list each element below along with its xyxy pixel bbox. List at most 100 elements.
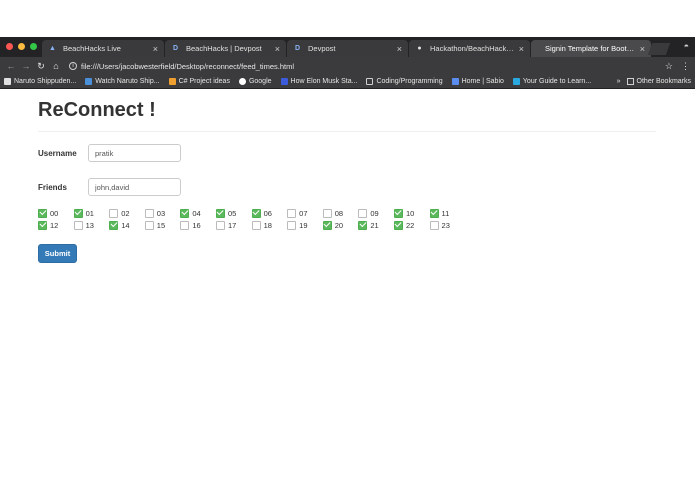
friends-row: Friends bbox=[38, 178, 657, 196]
bookmark-item[interactable]: Naruto Shippuden... bbox=[4, 78, 76, 85]
hour-checkbox-21[interactable]: 21 bbox=[358, 220, 394, 230]
hour-checkbox-04[interactable]: 04 bbox=[180, 208, 216, 218]
checkbox[interactable] bbox=[251, 208, 261, 218]
bookmark-item[interactable]: C# Project ideas bbox=[168, 78, 230, 85]
hour-checkbox-00[interactable]: 00 bbox=[38, 208, 74, 218]
url-field[interactable]: i file:///Users/jacobwesterfield/Desktop… bbox=[69, 60, 665, 73]
bookmark-item[interactable]: Google bbox=[238, 78, 272, 85]
close-tab-icon[interactable]: × bbox=[519, 44, 524, 54]
hour-checkbox-03[interactable]: 03 bbox=[144, 208, 181, 218]
checkbox[interactable] bbox=[73, 208, 83, 218]
checkbox[interactable] bbox=[358, 220, 368, 230]
checkbox[interactable] bbox=[358, 208, 368, 218]
checkbox[interactable] bbox=[251, 220, 261, 230]
hour-checkbox-15[interactable]: 15 bbox=[144, 220, 181, 230]
checkbox[interactable] bbox=[109, 220, 119, 230]
beachhacks-icon: ▲ bbox=[49, 45, 56, 52]
overflow-chevron-icon[interactable]: » bbox=[617, 78, 621, 85]
hour-checkbox-14[interactable]: 14 bbox=[109, 220, 145, 230]
tab-beachhacks-live[interactable]: ▲ BeachHacks Live × bbox=[42, 40, 164, 57]
hour-label: 00 bbox=[50, 208, 59, 218]
hour-checkbox-19[interactable]: 19 bbox=[287, 220, 323, 230]
hour-checkbox-05[interactable]: 05 bbox=[215, 208, 252, 218]
checkbox[interactable] bbox=[109, 208, 119, 218]
checkbox[interactable] bbox=[322, 220, 332, 230]
bookmark-item[interactable]: Coding/Programming bbox=[366, 78, 443, 85]
checkbox[interactable] bbox=[215, 220, 225, 230]
checkbox[interactable] bbox=[144, 208, 154, 218]
username-input[interactable] bbox=[88, 144, 181, 162]
back-arrow-icon[interactable]: ← bbox=[5, 61, 17, 71]
hour-checkbox-02[interactable]: 02 bbox=[109, 208, 145, 218]
bookmark-item[interactable]: Your Guide to Learn... bbox=[512, 78, 591, 85]
submit-button[interactable]: Submit bbox=[38, 244, 77, 263]
hour-checkbox-13[interactable]: 13 bbox=[73, 220, 110, 230]
page-icon bbox=[451, 78, 459, 85]
forward-arrow-icon[interactable]: → bbox=[20, 61, 32, 71]
hour-checkbox-16[interactable]: 16 bbox=[180, 220, 216, 230]
hour-label: 06 bbox=[263, 208, 272, 218]
hour-checkbox-23[interactable]: 23 bbox=[429, 220, 466, 230]
hour-checkbox-01[interactable]: 01 bbox=[73, 208, 110, 218]
close-window-icon[interactable] bbox=[6, 43, 13, 50]
checkbox[interactable] bbox=[38, 220, 47, 230]
browser-chrome: ▲ BeachHacks Live × D BeachHacks | Devpo… bbox=[0, 37, 695, 89]
home-icon[interactable]: ⌂ bbox=[50, 61, 62, 71]
page-icon bbox=[168, 78, 176, 85]
checkbox[interactable] bbox=[322, 208, 332, 218]
page-content: ReConnect ! Username Friends 00010203040… bbox=[0, 99, 695, 263]
tab-beachhacks-devpost[interactable]: D BeachHacks | Devpost × bbox=[165, 40, 286, 57]
hour-checkbox-08[interactable]: 08 bbox=[322, 208, 359, 218]
menu-icon[interactable]: ⋮ bbox=[681, 61, 690, 72]
zoom-window-icon[interactable] bbox=[30, 43, 37, 50]
hour-label: 22 bbox=[405, 220, 415, 230]
info-icon[interactable]: i bbox=[69, 62, 77, 70]
tab-devpost[interactable]: D Devpost × bbox=[287, 40, 408, 57]
hour-checkbox-12[interactable]: 12 bbox=[38, 220, 74, 230]
checkbox[interactable] bbox=[73, 220, 83, 230]
hour-checkbox-07[interactable]: 07 bbox=[287, 208, 323, 218]
checkbox[interactable] bbox=[287, 220, 297, 230]
devpost-icon: D bbox=[294, 45, 301, 52]
hour-label: 23 bbox=[441, 220, 450, 230]
hour-checkbox-06[interactable]: 06 bbox=[251, 208, 288, 218]
hour-checkbox-18[interactable]: 18 bbox=[251, 220, 288, 230]
checkbox[interactable] bbox=[144, 220, 154, 230]
close-tab-icon[interactable]: × bbox=[153, 44, 158, 54]
checkbox[interactable] bbox=[180, 208, 190, 218]
bookmark-item[interactable]: Home | Sabio bbox=[451, 78, 504, 85]
hour-label: 02 bbox=[121, 208, 130, 218]
checkbox[interactable] bbox=[429, 220, 439, 230]
close-tab-icon[interactable]: × bbox=[397, 44, 402, 54]
hour-checkbox-09[interactable]: 09 bbox=[358, 208, 394, 218]
bookmark-item[interactable]: Watch Naruto Ship... bbox=[85, 78, 160, 85]
minimize-window-icon[interactable] bbox=[18, 43, 25, 50]
bookmark-item[interactable]: How Elon Musk Sta... bbox=[280, 78, 357, 85]
hour-label: 21 bbox=[370, 220, 379, 230]
hour-checkbox-20[interactable]: 20 bbox=[322, 220, 359, 230]
checkbox[interactable] bbox=[393, 220, 403, 230]
close-tab-icon[interactable]: × bbox=[640, 44, 645, 54]
hour-checkbox-22[interactable]: 22 bbox=[393, 220, 430, 230]
hour-checkbox-17[interactable]: 17 bbox=[215, 220, 252, 230]
hour-label: 01 bbox=[85, 208, 94, 218]
hour-label: 09 bbox=[370, 208, 379, 218]
checkbox[interactable] bbox=[38, 208, 47, 218]
hour-checkbox-11[interactable]: 11 bbox=[429, 208, 466, 218]
close-tab-icon[interactable]: × bbox=[275, 44, 280, 54]
new-tab-button[interactable] bbox=[647, 43, 671, 55]
reload-icon[interactable]: ↻ bbox=[35, 61, 47, 72]
hour-checkbox-grid: 00 01 02 03 04 05 06 07 08 09 10 11 12 13 14 15 16 17 18 19… bbox=[38, 208, 657, 230]
tab-github-hackathon[interactable]: ● Hackathon/BeachHacks at ma × bbox=[409, 40, 530, 57]
checkbox[interactable] bbox=[393, 208, 403, 218]
checkbox[interactable] bbox=[215, 208, 225, 218]
checkbox[interactable] bbox=[287, 208, 297, 218]
hour-checkbox-10[interactable]: 10 bbox=[393, 208, 430, 218]
friends-input[interactable] bbox=[88, 178, 181, 196]
checkbox[interactable] bbox=[429, 208, 439, 218]
bookmark-star-icon[interactable]: ☆ bbox=[665, 61, 673, 72]
checkbox[interactable] bbox=[180, 220, 190, 230]
tab-signin-template[interactable]: Signin Template for Bootstrap × bbox=[531, 40, 651, 57]
other-bookmarks[interactable]: » Other Bookmarks bbox=[617, 78, 691, 85]
hour-label: 19 bbox=[299, 220, 308, 230]
